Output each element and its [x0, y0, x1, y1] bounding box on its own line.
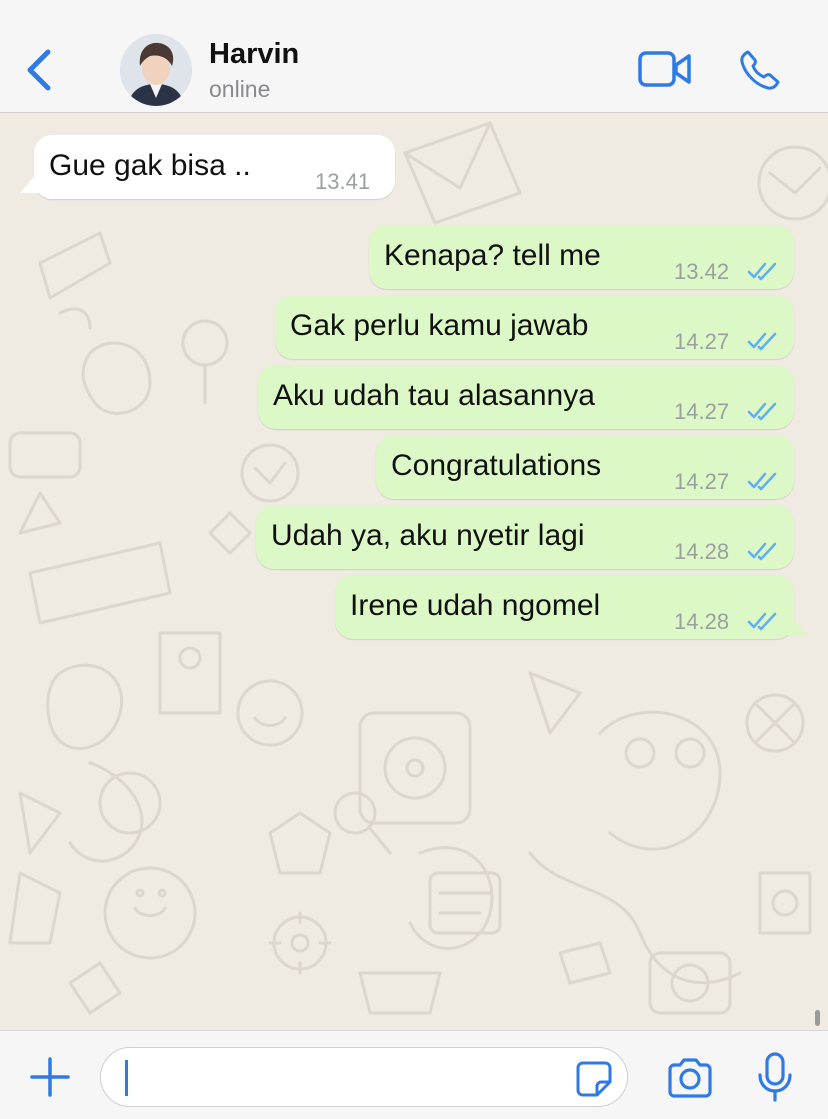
chat-header: Harvin online	[0, 0, 828, 113]
video-call-button[interactable]	[638, 50, 692, 88]
voice-message-button[interactable]	[756, 1051, 794, 1103]
message-bubble-outgoing[interactable]: Aku udah tau alasannya 14.27	[258, 365, 794, 429]
chevron-left-icon	[27, 49, 51, 91]
message-bubble-outgoing[interactable]: Udah ya, aku nyetir lagi 14.28	[256, 505, 794, 569]
message-time: 14.27	[674, 469, 730, 494]
message-bubble-outgoing[interactable]: Congratulations 14.27	[376, 435, 794, 499]
message-list[interactable]: Gue gak bisa .. 13.41 Kenapa? tell me 13…	[0, 113, 828, 1030]
message-text: Kenapa? tell me	[384, 239, 601, 272]
phone-icon	[740, 50, 780, 90]
scroll-indicator[interactable]	[815, 1010, 820, 1026]
text-cursor	[125, 1060, 128, 1096]
message-time: 13.41	[315, 169, 371, 194]
sticker-icon	[576, 1061, 612, 1097]
sticker-button[interactable]	[575, 1060, 613, 1098]
voice-call-button[interactable]	[738, 48, 782, 92]
message-text: Gak perlu kamu jawab	[290, 309, 589, 342]
message-time: 14.28	[674, 539, 730, 564]
contact-photo	[120, 34, 192, 106]
message-bubble-outgoing[interactable]: Irene udah ngomel 14.28	[335, 575, 808, 639]
message-text: Congratulations	[391, 449, 602, 482]
read-receipt-icon	[747, 542, 777, 561]
camera-button[interactable]	[666, 1057, 714, 1099]
message-time: 13.42	[674, 259, 730, 284]
message-text: Aku udah tau alasannya	[273, 379, 595, 412]
contact-status: online	[209, 76, 271, 102]
attach-button[interactable]	[28, 1055, 72, 1099]
message-text: Gue gak bisa ..	[49, 149, 251, 182]
read-receipt-icon	[747, 612, 777, 631]
read-receipt-icon	[747, 402, 777, 421]
message-bubble-outgoing[interactable]: Kenapa? tell me 13.42	[369, 225, 794, 289]
message-time: 14.27	[674, 329, 730, 354]
read-receipt-icon	[747, 332, 777, 351]
message-text: Irene udah ngomel	[350, 589, 601, 622]
microphone-icon	[758, 1052, 792, 1102]
avatar[interactable]	[120, 34, 192, 106]
read-receipt-icon	[747, 262, 777, 281]
plus-icon	[30, 1057, 70, 1097]
message-time: 14.28	[674, 609, 730, 634]
message-bubble-incoming[interactable]: Gue gak bisa .. 13.41	[20, 135, 395, 199]
back-button[interactable]	[20, 46, 60, 94]
message-input-bar	[0, 1030, 828, 1119]
message-text: Udah ya, aku nyetir lagi	[271, 519, 585, 552]
contact-name[interactable]: Harvin	[209, 38, 299, 71]
camera-icon	[668, 1058, 712, 1098]
bubble-tail	[20, 167, 42, 193]
bubble-tail	[786, 611, 808, 635]
video-camera-icon	[638, 51, 691, 87]
message-bubble-outgoing[interactable]: Gak perlu kamu jawab 14.27	[275, 295, 794, 359]
message-time: 14.27	[674, 399, 730, 424]
read-receipt-icon	[747, 472, 777, 491]
message-input[interactable]	[100, 1047, 628, 1107]
